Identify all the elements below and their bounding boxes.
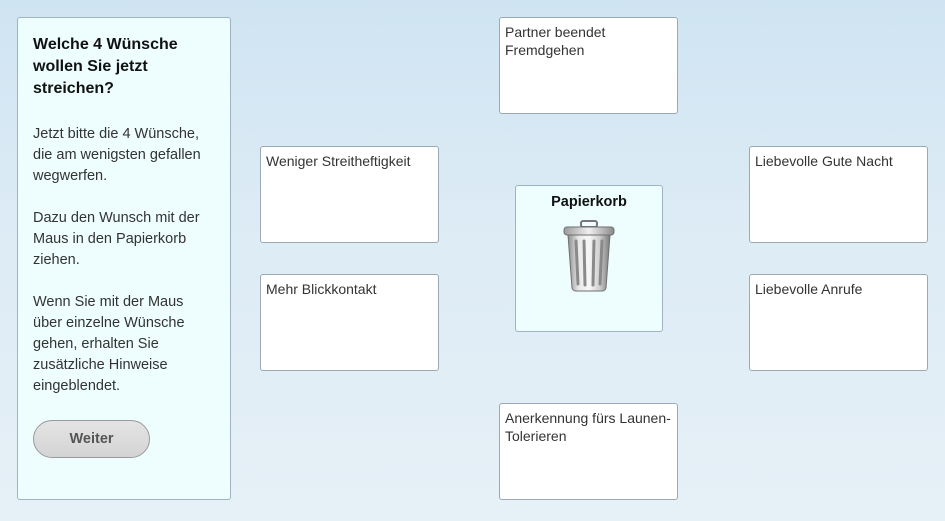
trash-label: Papierkorb xyxy=(551,194,627,210)
instructions-paragraph-3: Wenn Sie mit der Maus über einzelne Wüns… xyxy=(33,294,185,394)
wish-card-liebevolle-anrufe[interactable]: Liebevolle Anrufe xyxy=(749,274,928,371)
wish-card-mehr-blickkontakt[interactable]: Mehr Blickkontakt xyxy=(260,274,439,371)
trash-can-icon xyxy=(563,220,615,292)
wish-card-liebevolle-gute-nacht[interactable]: Liebevolle Gute Nacht xyxy=(749,146,928,243)
wish-card-partner-beendet-fremdgehen[interactable]: Partner beendet Fremdgehen xyxy=(499,17,678,114)
instructions-paragraph-2: Dazu den Wunsch mit der Maus in den Papi… xyxy=(33,210,200,268)
wish-card-anerkennung-launen-tolerieren[interactable]: Anerkennung fürs Launen-Tolerieren xyxy=(499,403,678,500)
instructions-panel: Welche 4 Wünsche wollen Sie jetzt streic… xyxy=(17,17,231,500)
wish-card-weniger-streitheftigkeit[interactable]: Weniger Streitheftigkeit xyxy=(260,146,439,243)
instructions-paragraph-1: Jetzt bitte die 4 Wünsche, die am wenigs… xyxy=(33,126,201,184)
weiter-button[interactable]: Weiter xyxy=(33,420,150,458)
instructions-title: Welche 4 Wünsche wollen Sie jetzt streic… xyxy=(33,36,178,97)
trash-drop-zone[interactable]: Papierkorb xyxy=(515,185,663,332)
